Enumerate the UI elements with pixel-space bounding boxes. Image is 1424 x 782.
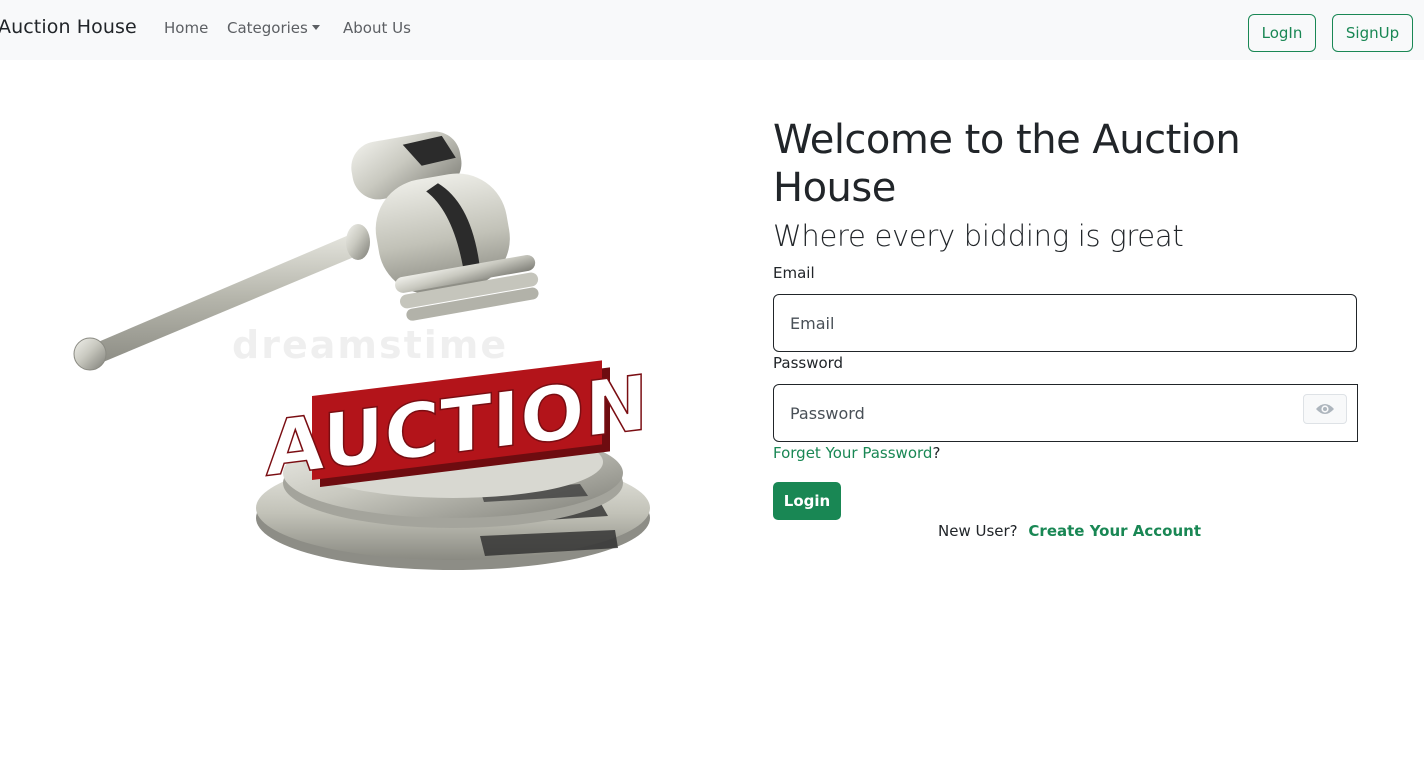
new-user-text: New User? xyxy=(938,522,1018,540)
page-subtitle: Where every bidding is great xyxy=(773,219,1184,253)
email-field[interactable] xyxy=(773,294,1357,352)
email-label: Email xyxy=(773,264,815,282)
password-field[interactable] xyxy=(773,384,1358,442)
forgot-password-row: Forget Your Password? xyxy=(773,444,940,462)
forgot-password-link[interactable]: Forget Your Password xyxy=(773,444,932,462)
gavel-head xyxy=(351,131,539,321)
password-label: Password xyxy=(773,354,844,372)
signup-nav-button[interactable]: SignUp xyxy=(1332,14,1413,52)
brand-logo[interactable]: Auction House xyxy=(0,16,137,38)
watermark-text: dreamstime xyxy=(232,323,508,367)
navbar: Auction House Home Categories About Us L… xyxy=(0,0,1424,60)
auction-gavel-illustration: AUCTION dreamstime xyxy=(73,131,650,570)
nav-about-us[interactable]: About Us xyxy=(343,19,411,37)
caret-down-icon xyxy=(311,25,320,30)
new-user-row: New User? Create Your Account xyxy=(938,522,1201,540)
toggle-password-button[interactable] xyxy=(1303,394,1347,424)
create-account-link[interactable]: Create Your Account xyxy=(1028,522,1201,540)
eye-icon xyxy=(1316,404,1334,414)
nav-home[interactable]: Home xyxy=(164,19,208,37)
nav-categories-label: Categories xyxy=(227,19,308,37)
nav-categories-dropdown[interactable]: Categories xyxy=(227,19,320,37)
login-submit-button[interactable]: Login xyxy=(773,482,841,520)
login-nav-button[interactable]: LogIn xyxy=(1248,14,1316,52)
page-title: Welcome to the Auction House xyxy=(773,117,1241,211)
forgot-suffix: ? xyxy=(932,444,941,462)
